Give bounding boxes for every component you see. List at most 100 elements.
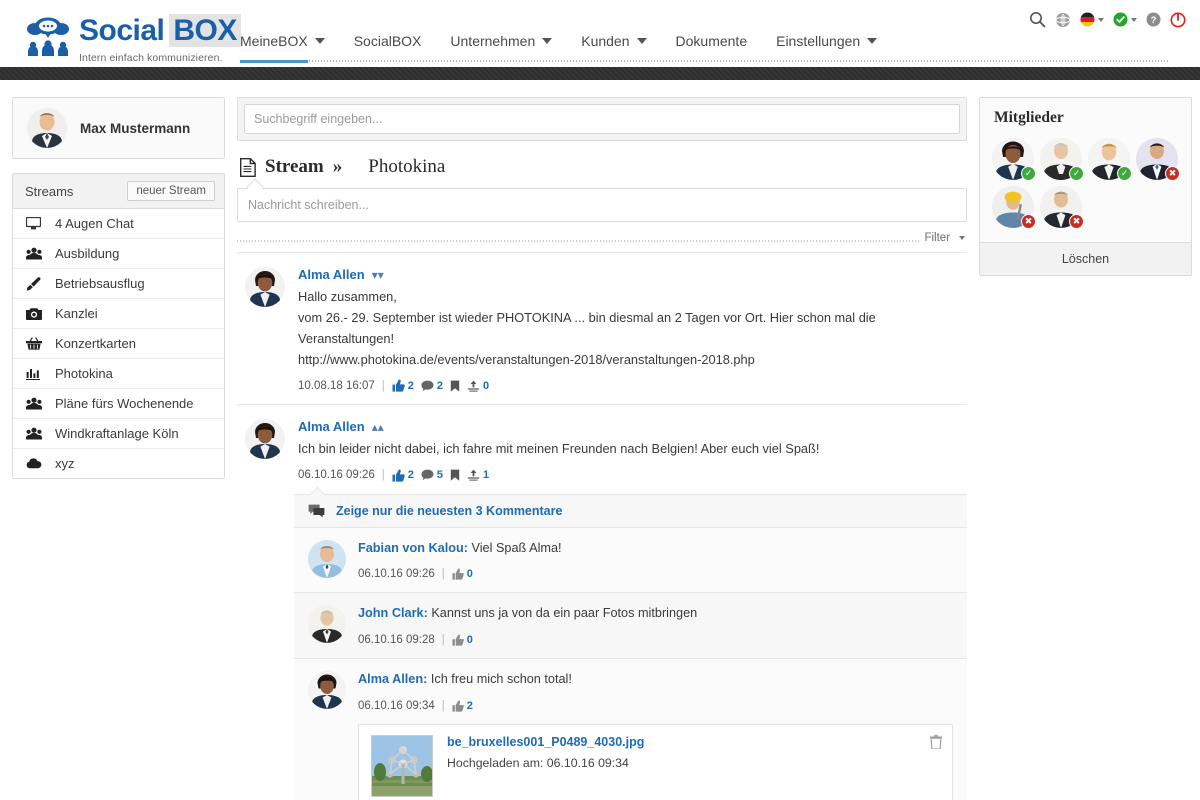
chevron-double-up-icon[interactable]: ▴▴ <box>372 421 384 433</box>
nav-label: Dokumente <box>676 33 748 49</box>
logo[interactable]: SocialBOX Intern einfach kommunizieren. <box>25 16 241 64</box>
sidebar-item-ausbildung[interactable]: Ausbildung <box>13 239 224 269</box>
sidebar-item-photokina[interactable]: Photokina <box>13 359 224 389</box>
flag-de-icon[interactable] <box>1080 12 1104 27</box>
nav-item-einstellungen[interactable]: Einstellungen <box>776 33 894 49</box>
upload-stat[interactable]: 1 <box>467 469 489 481</box>
comment-stat[interactable]: 5 <box>421 469 443 481</box>
new-stream-button[interactable]: neuer Stream <box>127 181 215 201</box>
member-avatar[interactable]: ✖ <box>992 186 1034 228</box>
current-user-card[interactable]: Max Mustermann <box>12 97 225 159</box>
sidebar-item-4-augen-chat[interactable]: 4 Augen Chat <box>13 209 224 239</box>
comment-timestamp: 06.10.16 09:34 <box>358 700 435 712</box>
member-avatar[interactable]: ✖ <box>1040 186 1082 228</box>
status-badge-ok: ✓ <box>1021 166 1036 181</box>
comment-meta: 06.10.16 09:28 | 0 <box>358 634 953 646</box>
comment-author[interactable]: Fabian von Kalou: <box>358 541 468 555</box>
upload-stat[interactable]: 0 <box>467 380 489 392</box>
comment-stat[interactable]: 2 <box>421 380 443 392</box>
sidebar-item-betriebsausflug[interactable]: Betriebsausflug <box>13 269 224 299</box>
delete-members-button[interactable]: Löschen <box>980 242 1191 275</box>
nav-item-socialbox[interactable]: SocialBOX <box>354 33 439 49</box>
comment-timestamp: 06.10.16 09:28 <box>358 634 435 646</box>
member-avatar[interactable]: ✓ <box>1088 138 1130 180</box>
avatar <box>308 671 346 709</box>
comment-count: 5 <box>437 469 443 481</box>
cloud-icon <box>25 458 42 469</box>
like-stat[interactable]: 0 <box>452 568 473 580</box>
show-latest-comments-row[interactable]: Zeige nur die neuesten 3 Kommentare <box>294 494 967 528</box>
search-bar <box>237 97 967 141</box>
attachment-filename[interactable]: be_bruxelles001_P0489_4030.jpg <box>447 735 644 749</box>
nav-label: SocialBOX <box>354 33 422 49</box>
post-link[interactable]: http://www.photokina.de/events/veranstal… <box>298 349 959 370</box>
comment-author[interactable]: Alma Allen: <box>358 672 427 686</box>
like-count: 2 <box>467 700 473 712</box>
trash-icon[interactable] <box>930 735 942 752</box>
nav-label: Unternehmen <box>450 33 535 49</box>
comment-text: John Clark: Kannst uns ja von da ein paa… <box>358 605 953 623</box>
post-text: Ich bin leider nicht dabei, ich fahre mi… <box>298 438 959 459</box>
post-author[interactable]: Alma Allen <box>298 419 365 434</box>
member-avatar[interactable]: ✓ <box>992 138 1034 180</box>
nav-item-dokumente[interactable]: Dokumente <box>676 33 765 49</box>
chevron-down-icon <box>315 38 325 44</box>
comment-message: Viel Spaß Alma! <box>472 541 562 555</box>
post: Alma Allen ▾▾ Hallo zusammen, vom 26.- 2… <box>237 252 967 404</box>
thumbs-up-icon <box>452 634 464 646</box>
nav-label: MeineBOX <box>240 33 308 49</box>
post-line: vom 26.- 29. September ist wieder PHOTOK… <box>298 307 959 328</box>
flag-stat[interactable] <box>450 380 460 392</box>
search-icon[interactable] <box>1029 11 1046 28</box>
sidebar-item-plaene-fuers-wochenende[interactable]: Pläne fürs Wochenende <box>13 389 224 419</box>
thumbs-up-icon <box>392 379 405 392</box>
comment-count: 2 <box>437 380 443 392</box>
sidebar-item-label: Betriebsausflug <box>55 276 145 291</box>
sidebar-item-windkraftanlage-koeln[interactable]: Windkraftanlage Köln <box>13 419 224 449</box>
compose-input[interactable] <box>237 188 967 222</box>
nav-label: Einstellungen <box>776 33 860 49</box>
sidebar-item-xyz[interactable]: xyz <box>13 449 224 478</box>
show-latest-comments-link[interactable]: Zeige nur die neuesten 3 Kommentare <box>336 504 562 518</box>
sidebar-item-kanzlei[interactable]: Kanzlei <box>13 299 224 329</box>
sidebar-item-konzertkarten[interactable]: Konzertkarten <box>13 329 224 359</box>
post-author[interactable]: Alma Allen <box>298 267 365 282</box>
logo-text-social: Social <box>79 14 164 47</box>
chevron-double-down-icon[interactable]: ▾▾ <box>372 269 384 281</box>
filter-label[interactable]: Filter <box>924 232 950 244</box>
member-avatar[interactable]: ✖ <box>1136 138 1178 180</box>
meta-separator: | <box>442 568 445 580</box>
nav-item-kunden[interactable]: Kunden <box>581 33 663 49</box>
flag-stat[interactable] <box>450 469 460 481</box>
nav-label: Kunden <box>581 33 629 49</box>
like-stat[interactable]: 2 <box>452 700 473 712</box>
sidebar-item-label: Konzertkarten <box>55 336 136 351</box>
help-icon[interactable]: ? <box>1146 12 1161 27</box>
like-count: 2 <box>408 380 414 392</box>
nav-active-indicator <box>240 60 308 63</box>
current-user-name: Max Mustermann <box>80 121 190 136</box>
like-stat[interactable]: 2 <box>392 469 414 482</box>
avatar <box>27 108 67 148</box>
search-input[interactable] <box>244 104 960 134</box>
breadcrumb-root[interactable]: Stream <box>265 156 324 178</box>
post-line: Hallo zusammen, <box>298 286 959 307</box>
chevron-down-icon[interactable] <box>959 236 965 240</box>
globe-icon[interactable] <box>1055 12 1071 28</box>
members-title: Mitglieder <box>980 98 1191 136</box>
like-count: 0 <box>467 634 473 646</box>
logo-mark-icon <box>25 16 71 56</box>
document-icon <box>240 158 256 177</box>
status-badge-blocked: ✖ <box>1165 166 1180 181</box>
nav-item-unternehmen[interactable]: Unternehmen <box>450 33 569 49</box>
status-online-icon[interactable] <box>1113 12 1137 27</box>
attachment-thumbnail[interactable] <box>371 735 433 797</box>
power-logout-icon[interactable] <box>1170 12 1186 28</box>
nav-item-meinebox[interactable]: MeineBOX <box>240 33 342 49</box>
status-badge-blocked: ✖ <box>1069 214 1084 229</box>
comment-author[interactable]: John Clark: <box>358 606 428 620</box>
like-stat[interactable]: 0 <box>452 634 473 646</box>
like-stat[interactable]: 2 <box>392 379 414 392</box>
sidebar-item-label: Pläne fürs Wochenende <box>55 396 194 411</box>
member-avatar[interactable]: ✓ <box>1040 138 1082 180</box>
